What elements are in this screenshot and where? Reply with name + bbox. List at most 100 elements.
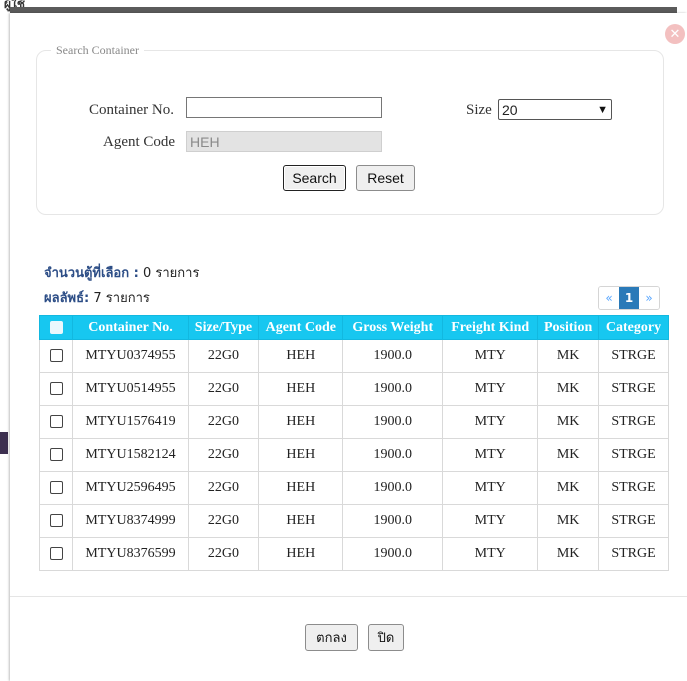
cell-container-no: MTYU8374999: [72, 504, 189, 538]
cell-category: STRGE: [597, 537, 670, 571]
cell-size-type: 22G0: [187, 339, 260, 373]
container-search-modal: ✕ Search Container Container No. Size 20…: [10, 13, 687, 681]
cell-gross-weight: 1900.0: [342, 537, 444, 571]
cell-container-no: MTYU0514955: [72, 372, 189, 406]
select-all-header: [38, 315, 74, 340]
cell-container-no: MTYU0374955: [72, 339, 189, 373]
row-select-cell: [38, 504, 74, 538]
table-row[interactable]: MTYU1582124 22G0 HEH 1900.0 MTY MK STRGE: [38, 438, 670, 472]
header-size-type[interactable]: Size/Type: [187, 315, 260, 340]
cell-gross-weight: 1900.0: [342, 339, 444, 373]
container-no-label: Container No.: [89, 102, 174, 118]
row-select-cell: [38, 372, 74, 406]
cell-gross-weight: 1900.0: [342, 471, 444, 505]
cell-position: MK: [537, 504, 599, 538]
container-no-input[interactable]: [186, 97, 382, 118]
close-button[interactable]: ปิด: [368, 624, 404, 651]
cell-size-type: 22G0: [187, 405, 260, 439]
cell-position: MK: [537, 471, 599, 505]
cell-position: MK: [537, 537, 599, 571]
row-select-cell: [38, 537, 74, 571]
table-row[interactable]: MTYU8376599 22G0 HEH 1900.0 MTY MK STRGE: [38, 537, 670, 571]
cell-freight-kind: MTY: [442, 504, 539, 538]
row-checkbox[interactable]: [49, 415, 63, 429]
pagination-page-current[interactable]: 1: [619, 287, 639, 309]
cell-container-no: MTYU1582124: [72, 438, 189, 472]
cell-size-type: 22G0: [187, 471, 260, 505]
selected-count-label: จำนวนตู้ที่เลือก :: [44, 266, 139, 281]
header-category[interactable]: Category: [597, 315, 670, 340]
cell-position: MK: [537, 438, 599, 472]
chevron-down-icon: ▼: [597, 103, 608, 116]
cell-agent-code: HEH: [258, 504, 344, 538]
reset-button[interactable]: Reset: [356, 165, 415, 191]
cell-category: STRGE: [597, 504, 670, 538]
cell-gross-weight: 1900.0: [342, 405, 444, 439]
pagination-prev[interactable]: «: [599, 287, 619, 309]
results-value: 7 รายการ: [93, 291, 150, 306]
cell-category: STRGE: [597, 438, 670, 472]
header-container-no[interactable]: Container No.: [72, 315, 189, 340]
ok-button[interactable]: ตกลง: [305, 624, 358, 651]
cell-gross-weight: 1900.0: [342, 372, 444, 406]
results-count: ผลลัพธ์: 7 รายการ: [44, 287, 150, 308]
background-page-left: [0, 12, 10, 681]
container-results-table: Container No. Size/Type Agent Code Gross…: [38, 315, 670, 571]
results-label: ผลลัพธ์:: [44, 291, 90, 306]
cell-container-no: MTYU2596495: [72, 471, 189, 505]
row-checkbox[interactable]: [49, 448, 63, 462]
row-checkbox[interactable]: [49, 481, 63, 495]
search-container-panel: Search Container: [36, 43, 664, 215]
size-select[interactable]: 20 ▼: [498, 99, 612, 120]
cell-category: STRGE: [597, 471, 670, 505]
size-select-value: 20: [502, 101, 518, 118]
search-panel-legend: Search Container: [56, 43, 139, 57]
cell-category: STRGE: [597, 372, 670, 406]
footer-divider: [10, 596, 687, 597]
cell-container-no: MTYU8376599: [72, 537, 189, 571]
cell-agent-code: HEH: [258, 339, 344, 373]
cell-agent-code: HEH: [258, 537, 344, 571]
table-row[interactable]: MTYU0514955 22G0 HEH 1900.0 MTY MK STRGE: [38, 372, 670, 406]
row-checkbox[interactable]: [49, 514, 63, 528]
cell-size-type: 22G0: [187, 537, 260, 571]
cell-gross-weight: 1900.0: [342, 438, 444, 472]
cell-gross-weight: 1900.0: [342, 504, 444, 538]
table-header-row: Container No. Size/Type Agent Code Gross…: [38, 315, 670, 340]
row-checkbox[interactable]: [49, 382, 63, 396]
cell-freight-kind: MTY: [442, 405, 539, 439]
row-checkbox[interactable]: [49, 349, 63, 363]
table-row[interactable]: MTYU8374999 22G0 HEH 1900.0 MTY MK STRGE: [38, 504, 670, 538]
cell-freight-kind: MTY: [442, 537, 539, 571]
selected-count: จำนวนตู้ที่เลือก : 0 รายการ: [44, 262, 199, 283]
cell-agent-code: HEH: [258, 372, 344, 406]
agent-code-label: Agent Code: [103, 134, 176, 150]
cell-category: STRGE: [597, 339, 670, 373]
select-all-checkbox[interactable]: [49, 320, 63, 334]
pagination-next[interactable]: »: [639, 287, 659, 309]
cell-freight-kind: MTY: [442, 372, 539, 406]
cell-category: STRGE: [597, 405, 670, 439]
header-freight-kind[interactable]: Freight Kind: [442, 315, 539, 340]
close-circle-icon[interactable]: ✕: [665, 24, 685, 44]
header-gross-weight[interactable]: Gross Weight: [342, 315, 444, 340]
cell-freight-kind: MTY: [442, 339, 539, 373]
row-select-cell: [38, 405, 74, 439]
table-row[interactable]: MTYU0374955 22G0 HEH 1900.0 MTY MK STRGE: [38, 339, 670, 373]
cell-position: MK: [537, 339, 599, 373]
size-label: Size: [466, 102, 492, 118]
agent-code-input: [186, 131, 382, 152]
table-row[interactable]: MTYU1576419 22G0 HEH 1900.0 MTY MK STRGE: [38, 405, 670, 439]
search-button[interactable]: Search: [283, 165, 346, 191]
cell-container-no: MTYU1576419: [72, 405, 189, 439]
table-row[interactable]: MTYU2596495 22G0 HEH 1900.0 MTY MK STRGE: [38, 471, 670, 505]
header-agent-code[interactable]: Agent Code: [258, 315, 344, 340]
cell-agent-code: HEH: [258, 471, 344, 505]
cell-position: MK: [537, 405, 599, 439]
cell-size-type: 22G0: [187, 438, 260, 472]
row-select-cell: [38, 339, 74, 373]
row-checkbox[interactable]: [49, 547, 63, 561]
selected-count-value: 0 รายการ: [142, 266, 200, 281]
header-position[interactable]: Position: [537, 315, 599, 340]
pagination: « 1 »: [598, 286, 660, 310]
